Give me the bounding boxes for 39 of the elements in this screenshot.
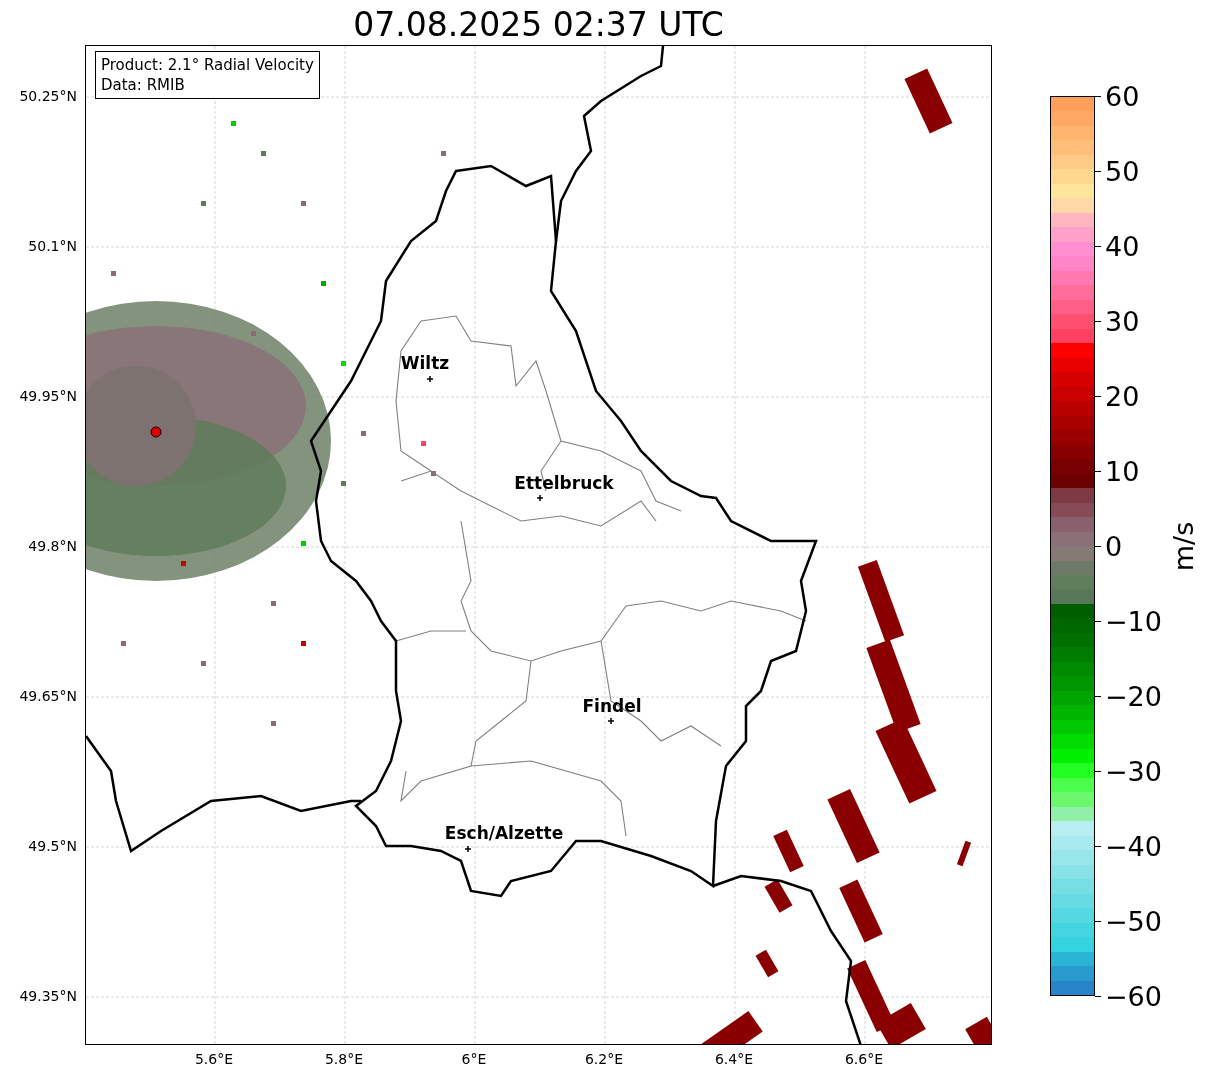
latitude-tick-label: 50.25°N — [19, 88, 77, 104]
colorbar-tick-label: 60 — [1105, 80, 1140, 112]
colorbar-tick-label: 30 — [1105, 305, 1140, 337]
colorbar-tick-label: −50 — [1105, 905, 1162, 937]
longitude-tick-label: 6°E — [461, 1051, 487, 1067]
longitude-tick-label: 5.6°E — [194, 1051, 234, 1067]
colorbar-tick-label: −20 — [1105, 680, 1162, 712]
latitude-tick-label: 49.95°N — [19, 388, 77, 404]
city-label: Esch/Alzette — [444, 823, 564, 843]
colorbar-tick-label: −30 — [1105, 755, 1162, 787]
colorbar-tick-label: 40 — [1105, 230, 1140, 262]
colorbar-tick-label: 10 — [1105, 455, 1140, 487]
city-marker-icon — [607, 717, 615, 725]
longitude-tick-label: 6.2°E — [584, 1051, 624, 1067]
colorbar-tick-label: 50 — [1105, 155, 1140, 187]
longitude-tick-label: 5.8°E — [324, 1051, 364, 1067]
latitude-tick-label: 49.65°N — [19, 688, 77, 704]
info-text: Product: 2.1° Radial Velocity — [101, 55, 314, 75]
city-marker-icon — [426, 375, 434, 383]
city-marker-icon — [536, 494, 544, 502]
latitude-tick-label: 50.1°N — [28, 238, 77, 254]
colorbar-tick-label: −10 — [1105, 605, 1162, 637]
colorbar-tick-label: −40 — [1105, 830, 1162, 862]
radar-site-marker — [150, 426, 162, 438]
chart-title: 07.08.2025 02:37 UTC — [352, 4, 725, 45]
latitude-tick-label: 49.35°N — [19, 988, 77, 1004]
city-marker-icon — [464, 845, 472, 853]
info-text: Data: RMIB — [101, 75, 186, 95]
city-label: Wiltz — [400, 353, 450, 373]
city-label: Ettelbruck — [514, 473, 614, 493]
city-label: Findel — [582, 696, 642, 716]
longitude-tick-label: 6.6°E — [844, 1051, 884, 1067]
colorbar-tick-label: −60 — [1105, 980, 1162, 1012]
colorbar-tick-label: 0 — [1105, 530, 1123, 562]
latitude-tick-label: 49.8°N — [28, 538, 77, 554]
colorbar-tick-label: 20 — [1105, 380, 1140, 412]
latitude-tick-label: 49.5°N — [28, 838, 77, 854]
colorbar-label: m/s — [1168, 521, 1200, 571]
longitude-tick-label: 6.4°E — [714, 1051, 754, 1067]
